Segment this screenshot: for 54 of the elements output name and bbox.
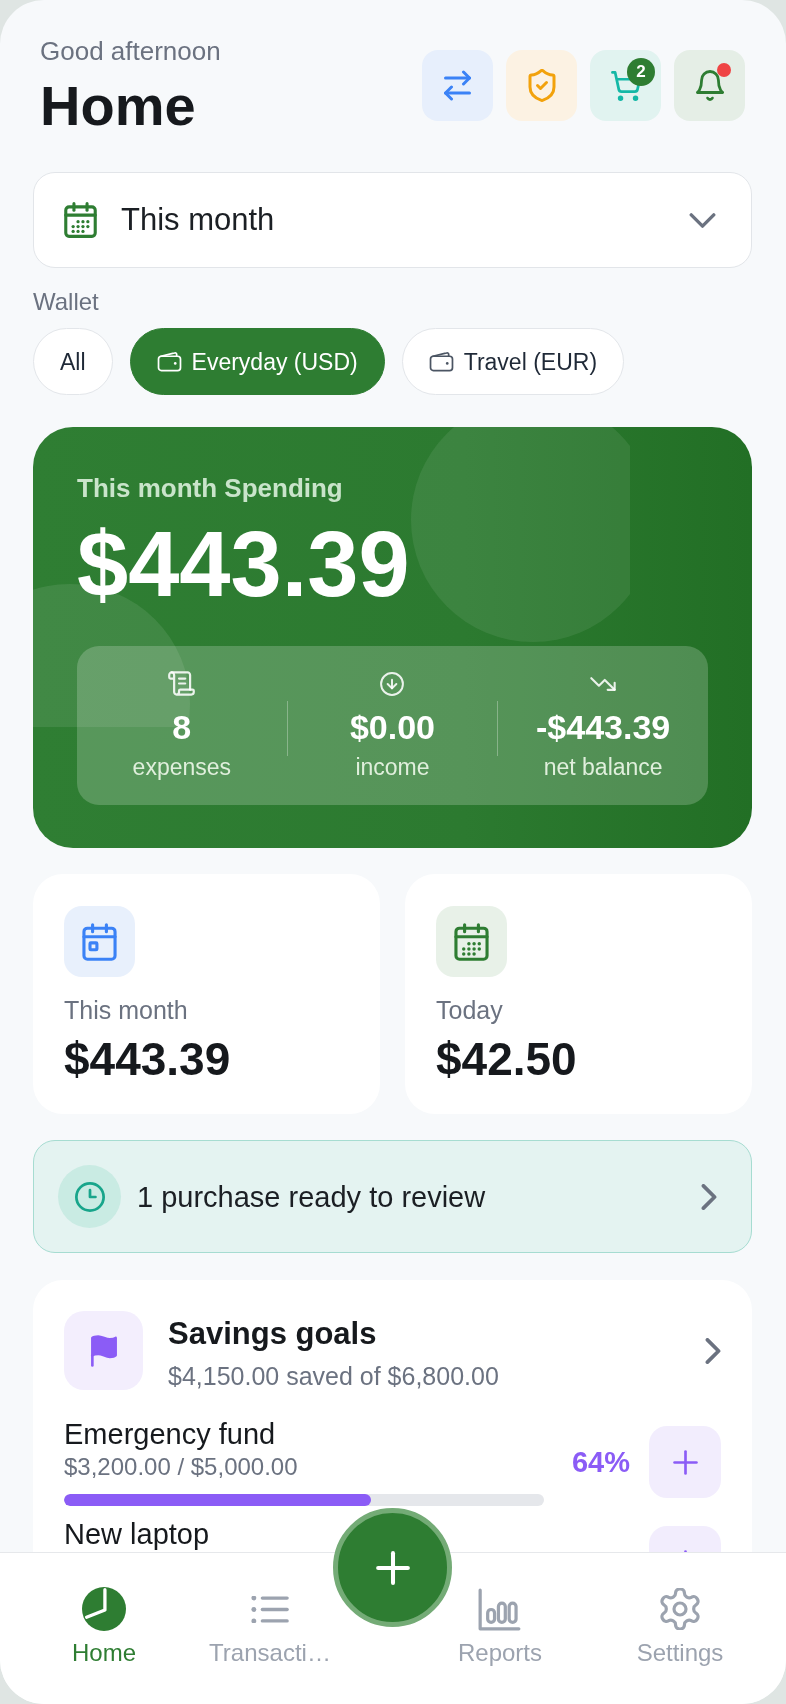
section-label: Wallet <box>33 288 99 316</box>
period-dropdown[interactable]: This month <box>33 172 752 268</box>
stat-value: -$443.39 <box>536 708 671 746</box>
card-amount: $42.50 <box>436 1033 577 1085</box>
bar-chart-icon <box>478 1587 522 1631</box>
goal-name: Emergency fund <box>64 1418 276 1450</box>
stat-label: net balance <box>543 753 663 781</box>
wallet-icon <box>156 351 182 372</box>
card-label: This month <box>64 995 188 1025</box>
nav-tab[interactable]: Home <box>72 1587 136 1668</box>
transfer-button[interactable] <box>422 50 493 121</box>
wallet-chip[interactable]: All <box>33 328 113 395</box>
calendar-icon <box>64 906 135 977</box>
chevron-right-icon <box>701 1183 717 1210</box>
notifications-button[interactable] <box>674 50 745 121</box>
swap-arrows-icon <box>444 70 471 101</box>
goal-name: New laptop <box>64 1518 210 1550</box>
security-button[interactable] <box>506 50 577 121</box>
stat-value: $0.00 <box>349 708 436 746</box>
list-icon <box>251 1595 289 1623</box>
plus-icon <box>375 1550 410 1585</box>
section-title: Savings goals <box>168 1316 377 1352</box>
calendar-icon <box>64 202 97 238</box>
stat-label: income <box>355 753 430 781</box>
settings-icon <box>659 1588 701 1630</box>
cart-button[interactable]: 2 <box>590 50 661 121</box>
spending-amount: $443.39 <box>77 514 410 614</box>
bell-icon <box>695 70 724 101</box>
goal-amounts: $3,200.00 / $5,000.00 <box>64 1452 298 1481</box>
wallet-chip[interactable]: Everyday (USD) <box>129 328 385 395</box>
review-banner[interactable]: 1 purchase ready to review <box>33 1140 752 1253</box>
plus-icon <box>672 1449 698 1475</box>
receipt-icon <box>168 671 196 696</box>
calendar-icon <box>436 906 507 977</box>
chevron-right-icon <box>705 1338 721 1364</box>
pie-chart-icon <box>82 1587 126 1631</box>
chevron-down-icon <box>689 212 716 228</box>
wallet-chip[interactable]: Travel (EUR) <box>401 328 625 395</box>
card-label: This month Spending <box>77 473 343 503</box>
goals-summary: $4,150.00 saved of $6,800.00 <box>168 1361 499 1391</box>
shield-check-icon <box>527 69 556 102</box>
card-label: Today <box>436 995 503 1025</box>
flag-icon <box>64 1311 143 1390</box>
count-badge: 2 <box>627 58 655 86</box>
add-funds-button[interactable] <box>649 1426 721 1498</box>
arrow-down-circle-icon <box>380 671 405 696</box>
page-title: Home <box>40 76 196 136</box>
card-amount: $443.39 <box>64 1033 231 1085</box>
stat-label: expenses <box>132 753 232 781</box>
stat-value: 8 <box>172 708 192 746</box>
trend-down-icon <box>590 676 617 691</box>
greeting-text: Good afternoon <box>40 36 221 66</box>
goal-percent: 64% <box>571 1445 630 1479</box>
wallet-icon <box>428 351 454 372</box>
